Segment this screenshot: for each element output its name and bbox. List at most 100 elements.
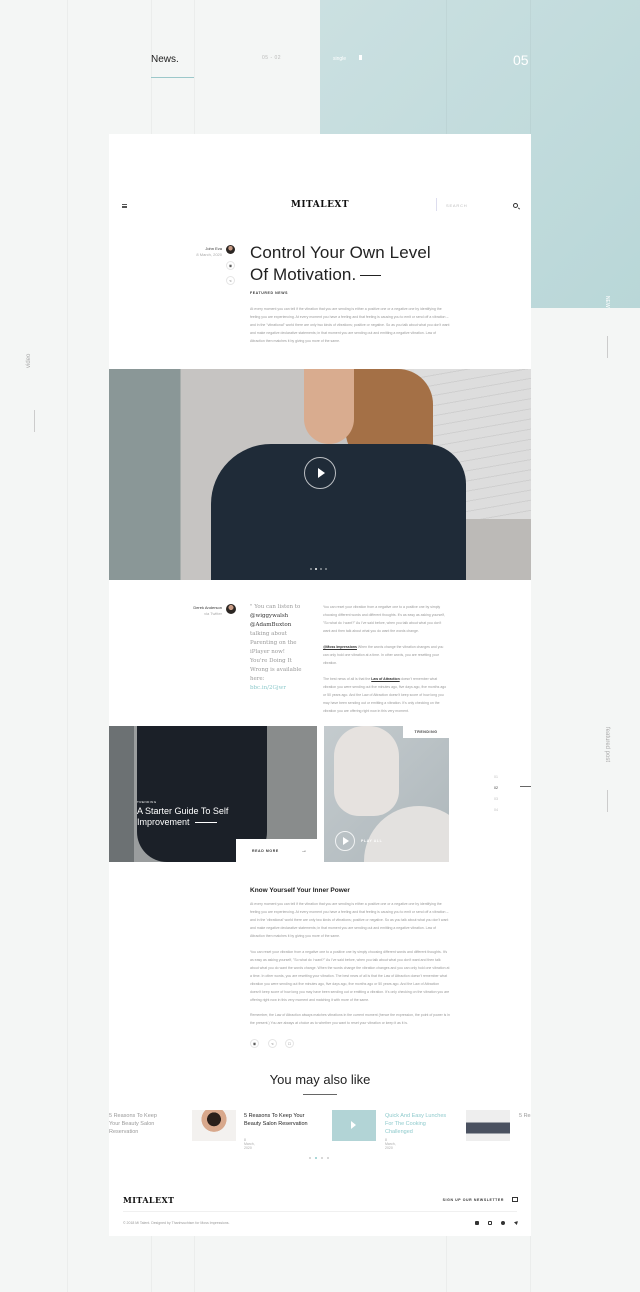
tweet-quote: " You can listen to @wiggywalsh @AdamBux… bbox=[250, 603, 302, 693]
related-heading-line bbox=[303, 1094, 337, 1095]
author-name[interactable]: John Eva bbox=[196, 246, 222, 251]
section-paragraph: Remember, the Law of Attraction always m… bbox=[250, 1013, 450, 1025]
pager-item[interactable]: 03 bbox=[494, 797, 498, 801]
related-title[interactable]: 5 Reasons To Keep Your Beauty Salon Rese… bbox=[109, 1112, 169, 1136]
author-date: 8 March, 2020 bbox=[196, 252, 222, 257]
related-slider-dots bbox=[309, 1157, 329, 1159]
quote-handle-2[interactable]: @AdamBuxton bbox=[250, 622, 291, 628]
hero-slider-dots bbox=[310, 568, 327, 570]
related-date: 8 March, 2020 bbox=[385, 1138, 396, 1150]
play-icon[interactable] bbox=[351, 1121, 357, 1129]
page-counter: 05 bbox=[513, 52, 529, 68]
title-line-2: Of Motivation. bbox=[250, 265, 357, 284]
quote-link[interactable]: bbc.in/2Gjwr bbox=[250, 685, 286, 691]
side-line bbox=[607, 336, 608, 358]
share-icon[interactable]: < bbox=[226, 276, 235, 285]
article-author: John Eva 8 March, 2020 bbox=[196, 246, 222, 257]
footer-divider bbox=[123, 1211, 517, 1212]
section-paragraph: You can reset your vibration from a nega… bbox=[250, 950, 450, 1002]
pager-item[interactable]: 04 bbox=[494, 808, 498, 812]
related-thumb[interactable] bbox=[466, 1110, 510, 1141]
arrow-right-icon: → bbox=[301, 848, 307, 854]
section-underline bbox=[151, 77, 194, 78]
pager-item[interactable]: 01 bbox=[494, 775, 498, 779]
related-heading: You may also like bbox=[269, 1072, 371, 1087]
slider-dot[interactable] bbox=[321, 1157, 323, 1159]
hero-video[interactable] bbox=[109, 369, 531, 580]
quote-handle-1[interactable]: @wiggywalsh bbox=[250, 613, 288, 619]
play-triangle bbox=[343, 837, 349, 845]
hero-ledge bbox=[464, 519, 531, 580]
promo-title-text: A Starter Guide To Self Improvement bbox=[137, 806, 229, 827]
instagram-icon[interactable] bbox=[488, 1221, 492, 1225]
tweet-avatar[interactable] bbox=[226, 604, 236, 614]
slider-dot[interactable] bbox=[310, 568, 312, 570]
slider-dot[interactable] bbox=[325, 568, 327, 570]
body-text: The best news of all is that the bbox=[323, 677, 372, 681]
related-thumb[interactable] bbox=[192, 1110, 236, 1141]
tweet-author-name[interactable]: Derek Anderson bbox=[193, 605, 222, 610]
related-title-active[interactable]: Quick And Easy Lunches For The Cooking C… bbox=[385, 1112, 455, 1136]
play-all-label[interactable]: PLAY ALL bbox=[361, 839, 382, 843]
facebook-icon[interactable] bbox=[475, 1221, 479, 1225]
grid-line bbox=[67, 0, 68, 1292]
slider-dot[interactable] bbox=[320, 568, 322, 570]
slider-dot-active[interactable] bbox=[315, 568, 317, 570]
social-links bbox=[475, 1221, 518, 1225]
twitter-icon[interactable] bbox=[514, 1221, 518, 1225]
pager-item-active[interactable]: 02 bbox=[494, 786, 498, 790]
side-line bbox=[34, 410, 35, 432]
slider-dot[interactable] bbox=[309, 1157, 311, 1159]
trending-image-face bbox=[334, 726, 399, 816]
bookmark-icon[interactable]: ◉ bbox=[226, 261, 235, 270]
comment-icon[interactable]: □ bbox=[285, 1039, 294, 1048]
trending-card[interactable]: TRENDING PLAY ALL bbox=[324, 726, 449, 862]
promo-dash bbox=[194, 822, 217, 824]
play-all-icon[interactable] bbox=[335, 831, 355, 851]
read-more-button[interactable]: READ MORE → bbox=[236, 839, 317, 862]
body-link[interactable]: Law of Attraction bbox=[371, 677, 399, 681]
promo-card[interactable]: TRENDING A Starter Guide To Self Improve… bbox=[109, 726, 317, 862]
title-line-1: Control Your Own Level bbox=[250, 243, 431, 262]
category-label[interactable]: FEATURED NEWS bbox=[250, 291, 288, 295]
section-heading: Know Yourself Your Inner Power bbox=[250, 887, 350, 894]
avatar[interactable] bbox=[226, 245, 235, 254]
side-label-video[interactable]: video bbox=[26, 354, 32, 368]
promo-kicker: TRENDING bbox=[137, 800, 157, 804]
slider-dot[interactable] bbox=[327, 1157, 329, 1159]
featured-pager: 01 02 03 04 bbox=[494, 775, 498, 819]
related-title[interactable]: 5 Reasons To Keep Your Beauty Salon Rese… bbox=[244, 1112, 314, 1128]
section-paragraph: At every moment you can tell if the vibr… bbox=[250, 902, 449, 938]
youtube-icon[interactable] bbox=[501, 1221, 505, 1225]
header-divider bbox=[436, 198, 437, 211]
slider-dot-active[interactable] bbox=[315, 1157, 317, 1159]
article-title: Control Your Own Level Of Motivation. bbox=[250, 242, 470, 286]
search-input[interactable]: SEARCH bbox=[446, 203, 467, 208]
play-triangle bbox=[351, 1121, 356, 1129]
promo-title[interactable]: A Starter Guide To Self Improvement bbox=[137, 806, 277, 828]
title-dash bbox=[360, 275, 382, 277]
site-logo[interactable]: MITALEXT bbox=[109, 200, 531, 210]
mail-icon[interactable] bbox=[512, 1197, 518, 1202]
date-range: 05 - 02 bbox=[262, 55, 282, 61]
search-icon[interactable] bbox=[513, 203, 518, 208]
quote-prefix: " You can listen to bbox=[250, 604, 301, 610]
play-icon[interactable] bbox=[304, 457, 336, 489]
body-link[interactable]: @Moss Impressions bbox=[323, 645, 357, 649]
share-icon[interactable]: < bbox=[268, 1039, 277, 1048]
bookmark-icon[interactable]: ◉ bbox=[250, 1039, 259, 1048]
related-title[interactable]: 5 Reasons To Keep Your Beauty Salon Rese… bbox=[519, 1112, 531, 1120]
related-video-thumb[interactable] bbox=[332, 1110, 376, 1141]
newsletter-link[interactable]: SIGN UP OUR NEWSLETTER bbox=[443, 1198, 504, 1202]
read-more-label: READ MORE bbox=[252, 849, 279, 853]
article-card: MITALEXT SEARCH John Eva 8 March, 2020 ◉… bbox=[109, 134, 531, 1236]
trending-badge: TRENDING bbox=[403, 726, 449, 738]
view-label[interactable]: single bbox=[333, 56, 346, 62]
footer-logo[interactable]: MITALEXT bbox=[123, 1195, 174, 1205]
related-date: 8 March, 2020 bbox=[244, 1138, 255, 1150]
side-label-featured[interactable]: featured post bbox=[604, 727, 610, 762]
side-label-new[interactable]: NEW bbox=[604, 296, 610, 308]
body-text: doesn't remember what vibration you were… bbox=[323, 677, 447, 713]
side-line bbox=[607, 790, 608, 812]
tweet-author: Derek Anderson via Twitter bbox=[193, 605, 222, 616]
